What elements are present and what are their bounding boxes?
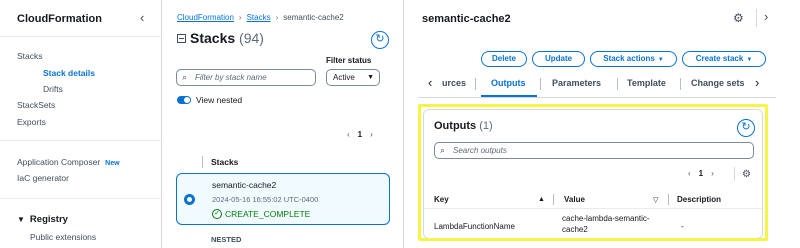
page-number[interactable]: 1 [358,130,362,139]
tab-parameters[interactable]: Parameters [552,78,601,88]
sidebar-item-stacks[interactable]: Stacks [17,51,43,61]
stack-name: semantic-cache2 [212,180,277,190]
search-icon: ⌕ [182,72,188,82]
tab-resources[interactable]: urces [442,78,466,88]
divider [0,198,162,199]
sidebar-item-stacksets[interactable]: StackSets [17,100,55,110]
stack-radio-selected[interactable] [184,194,195,205]
pagination: ‹ 1 › [347,130,373,139]
sidebar-item-label: Application Composer [17,157,101,167]
stacks-count: (94) [239,30,264,46]
tabs-bar: ‹ urces Outputs Parameters Template Chan… [418,72,778,97]
detail-title: semantic-cache2 [422,13,511,25]
section-label: Registry [29,214,68,225]
sidebar-item-public-extensions[interactable]: Public extensions [30,232,96,242]
tabs-divider [418,97,776,98]
collapse-nav-icon[interactable]: ‹ [140,10,144,25]
tab-separator [540,78,541,90]
side-navigation: CloudFormation ‹ Stacks Stack details Dr… [0,0,162,248]
divider [756,9,757,27]
delete-button[interactable]: Delete [481,51,527,67]
stacks-panel: CloudFormation › Stacks › semantic-cache2 St… [163,0,402,248]
create-stack-button[interactable]: Create stack ▼ [682,51,766,67]
stacks-heading: Stacks (94) [177,30,264,46]
sidebar-item-iac-generator[interactable]: IaC generator [17,173,69,183]
tab-separator [617,78,618,90]
nested-label: NESTED [211,235,242,244]
filter-status-select[interactable]: Active ▼ [326,69,380,86]
highlight-box [418,104,768,241]
selected-status: Active [333,73,355,82]
selected-stack-card[interactable]: semantic-cache2 2024-05-16 16:55:02 UTC-… [176,173,390,225]
caret-down-icon: ▼ [657,57,664,63]
update-button[interactable]: Update [532,51,585,67]
breadcrumb: CloudFormation › Stacks › semantic-cache2 [177,13,344,22]
stack-search-input[interactable]: ⌕ Filter by stack name [176,69,316,86]
column-divider [202,156,203,168]
sidebar-item-drifts[interactable]: Drifts [43,84,63,94]
view-nested-toggle[interactable] [177,96,191,104]
tabs-scroll-right-icon[interactable]: › [755,75,759,90]
button-label: Stack actions [603,54,655,63]
filter-status-label: Filter status [326,56,372,65]
breadcrumb-cloudformation[interactable]: CloudFormation [177,13,234,22]
stack-status: ✓ CREATE_COMPLETE [212,208,311,220]
caret-down-icon: ▼ [17,215,25,224]
sidebar-item-application-composer[interactable]: Application Composer New [17,157,120,167]
sidebar-item-stack-details[interactable]: Stack details [43,68,95,78]
settings-gear-icon[interactable]: ⚙ [733,11,744,25]
next-page-icon[interactable]: › [370,130,373,139]
divider [0,140,162,141]
prev-page-icon[interactable]: ‹ [347,130,350,139]
stack-timestamp: 2024-05-16 16:55:02 UTC-0400 [212,195,319,204]
close-panel-icon[interactable]: › [764,9,768,24]
button-label: Create stack [695,54,744,63]
check-circle-icon: ✓ [212,208,222,219]
tab-change-sets[interactable]: Change sets [691,78,745,88]
view-nested-label: View nested [196,95,243,105]
tabs-scroll-left-icon[interactable]: ‹ [428,75,432,90]
page-title: Stacks [190,30,236,46]
divider [0,36,162,37]
sidebar-item-exports[interactable]: Exports [17,117,46,127]
sidebar-section-registry[interactable]: ▼ Registry [17,214,68,225]
stack-actions-button[interactable]: Stack actions ▼ [590,51,677,67]
tab-separator [475,78,476,90]
breadcrumb-current: semantic-cache2 [283,13,344,22]
status-text: CREATE_COMPLETE [225,209,311,219]
nav-title[interactable]: CloudFormation [17,13,102,25]
search-placeholder: Filter by stack name [195,73,267,82]
tab-template[interactable]: Template [627,78,666,88]
stacks-column-header[interactable]: Stacks [211,157,238,167]
chevron-right-icon: › [238,13,242,22]
caret-down-icon: ▼ [367,74,374,81]
breadcrumb-stacks[interactable]: Stacks [247,13,271,22]
chevron-right-icon: › [275,13,279,22]
collapse-icon[interactable] [177,33,186,43]
caret-down-icon: ▼ [746,57,753,63]
new-badge: New [105,160,120,167]
tab-separator [680,78,681,90]
refresh-icon[interactable]: ↻ [371,31,389,49]
tab-outputs[interactable]: Outputs [491,78,526,88]
